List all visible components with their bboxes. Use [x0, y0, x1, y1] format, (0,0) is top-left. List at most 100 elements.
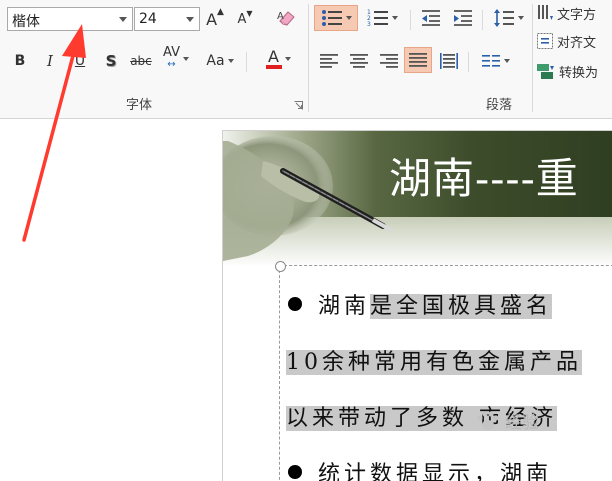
numbering-button[interactable]: 1 2 3: [362, 5, 402, 31]
increase-indent-button[interactable]: [450, 5, 476, 31]
resize-handle-top-left[interactable]: [275, 261, 286, 272]
character-spacing-button[interactable]: AV ↔: [156, 46, 196, 72]
shrink-arrow-icon: ▼: [246, 8, 253, 18]
align-left-icon: [320, 54, 338, 68]
justify-icon: [409, 53, 427, 67]
justify-button[interactable]: [404, 47, 432, 73]
font-color-icon: A: [265, 47, 282, 69]
font-divider: [246, 52, 247, 72]
align-center-button[interactable]: [346, 48, 372, 74]
underline-label: U: [74, 53, 86, 69]
italic-button[interactable]: I: [40, 48, 60, 74]
line-4-plain: 统计数据显示，湖南: [318, 462, 553, 481]
distribute-button[interactable]: [436, 48, 462, 74]
slide-title[interactable]: 湖南----重: [389, 145, 579, 206]
font-size-dropdown-icon[interactable]: [183, 8, 197, 30]
line-spacing-button[interactable]: [488, 5, 528, 31]
ribbon: 楷体 24 A ▲ A ▼ A B I U S abc AV ↔ Aa A 字体…: [0, 0, 612, 119]
font-size-combo[interactable]: 24: [134, 7, 200, 31]
watermark-text: 经验: [505, 413, 539, 433]
body-line-2[interactable]: 10余种常用有色金属产品: [286, 344, 582, 376]
line-2-selected: 10余种常用有色金属产品: [286, 350, 582, 375]
align-left-button[interactable]: [316, 48, 342, 74]
shrink-font-button[interactable]: A ▼: [234, 6, 256, 32]
font-name-dropdown-icon[interactable]: [116, 8, 130, 30]
convert-to-smartart-button[interactable]: 转换为: [536, 58, 612, 84]
font-color-button[interactable]: A: [258, 46, 298, 72]
spacing-dropdown-icon: [182, 57, 189, 61]
bullets-button[interactable]: [314, 5, 358, 31]
strikethrough-button[interactable]: abc: [126, 48, 156, 74]
decrease-indent-icon: [422, 10, 440, 26]
body-line-4[interactable]: 统计数据显示，湖南: [288, 456, 552, 481]
group-separator-2: [532, 4, 533, 112]
shadow-label: S: [105, 52, 117, 70]
paragraph-divider-3: [468, 52, 469, 72]
selected-text-box[interactable]: 湖南是全国极具盛名 10余种常用有色金属产品 以来带动了多数 市经济 统计数据显…: [275, 261, 612, 481]
columns-dropdown-icon: [503, 59, 510, 63]
convert-label: 转换为: [559, 65, 599, 81]
bold-label: B: [14, 53, 26, 69]
font-group-label: 字体: [126, 98, 153, 113]
underline-button[interactable]: U: [70, 48, 90, 74]
spacing-icon: AV ↔: [163, 45, 180, 71]
paragraph-group-label: 段落: [486, 98, 513, 113]
watermark: 经验: [473, 408, 539, 433]
line-spacing-icon: [493, 9, 514, 27]
bold-button[interactable]: B: [10, 48, 30, 74]
numbering-dropdown-icon: [391, 16, 398, 20]
columns-icon: [481, 55, 500, 67]
font-size-value: 24: [139, 11, 157, 27]
smartart-icon: [537, 64, 554, 79]
slide[interactable]: 湖南----重 湖南是全国极具盛名 10余种常用有色金属产品 以来带动了多数 市…: [222, 130, 612, 481]
align-text-label: 对齐文: [557, 35, 597, 51]
numbered-list-icon: 1 2 3: [367, 9, 388, 27]
font-color-swatch: [265, 65, 282, 69]
svg-text:3: 3: [367, 21, 371, 27]
spacing-arrows-icon: ↔: [167, 59, 176, 70]
change-case-button[interactable]: Aa: [200, 48, 240, 74]
italic-label: I: [47, 52, 53, 70]
align-right-icon: [380, 54, 398, 68]
line-spacing-dropdown-icon: [517, 16, 524, 20]
align-center-icon: [350, 54, 368, 68]
bulleted-list-icon: [321, 10, 342, 26]
case-label: Aa: [206, 53, 225, 69]
hand-with-pen-image: [223, 136, 392, 261]
paragraph-divider: [410, 10, 411, 30]
grow-font-button[interactable]: A ▲: [204, 6, 226, 32]
svg-text:A: A: [277, 11, 284, 22]
distributed-align-icon: [440, 53, 458, 69]
spacing-label: AV: [163, 45, 180, 60]
paragraph-divider-2: [482, 10, 483, 30]
line-1-plain: 湖南: [318, 294, 371, 319]
font-color-dropdown-icon: [284, 57, 291, 61]
align-right-button[interactable]: [376, 48, 402, 74]
text-direction-button[interactable]: 文字方: [536, 0, 612, 26]
bullet-icon: [288, 297, 302, 311]
group-separator: [308, 4, 309, 112]
shrink-font-icon: A: [237, 11, 247, 27]
grow-arrow-icon: ▲: [217, 7, 224, 17]
strike-label: abc: [130, 54, 152, 68]
paw-logo-icon: [477, 410, 499, 430]
align-text-icon: [537, 33, 553, 49]
text-direction-icon: [538, 5, 553, 20]
font-name-combo[interactable]: 楷体: [7, 7, 133, 31]
bullet-icon-2: [288, 465, 302, 479]
decrease-indent-button[interactable]: [418, 5, 444, 31]
grow-font-icon: A: [206, 9, 218, 29]
align-text-button[interactable]: 对齐文: [536, 28, 612, 54]
line-1-selected: 是全国极具盛名: [370, 294, 553, 319]
clear-formatting-button[interactable]: A: [274, 5, 300, 31]
eraser-icon: A: [277, 11, 295, 26]
font-dialog-launcher-icon[interactable]: [294, 101, 303, 110]
text-shadow-button[interactable]: S: [100, 48, 122, 74]
font-color-label: A: [268, 47, 279, 66]
increase-indent-icon: [454, 10, 472, 26]
text-direction-label: 文字方: [557, 7, 597, 23]
body-line-1[interactable]: 湖南是全国极具盛名: [288, 288, 553, 320]
case-dropdown-icon: [227, 59, 234, 63]
font-name-value: 楷体: [12, 14, 40, 30]
columns-button[interactable]: [474, 48, 516, 74]
